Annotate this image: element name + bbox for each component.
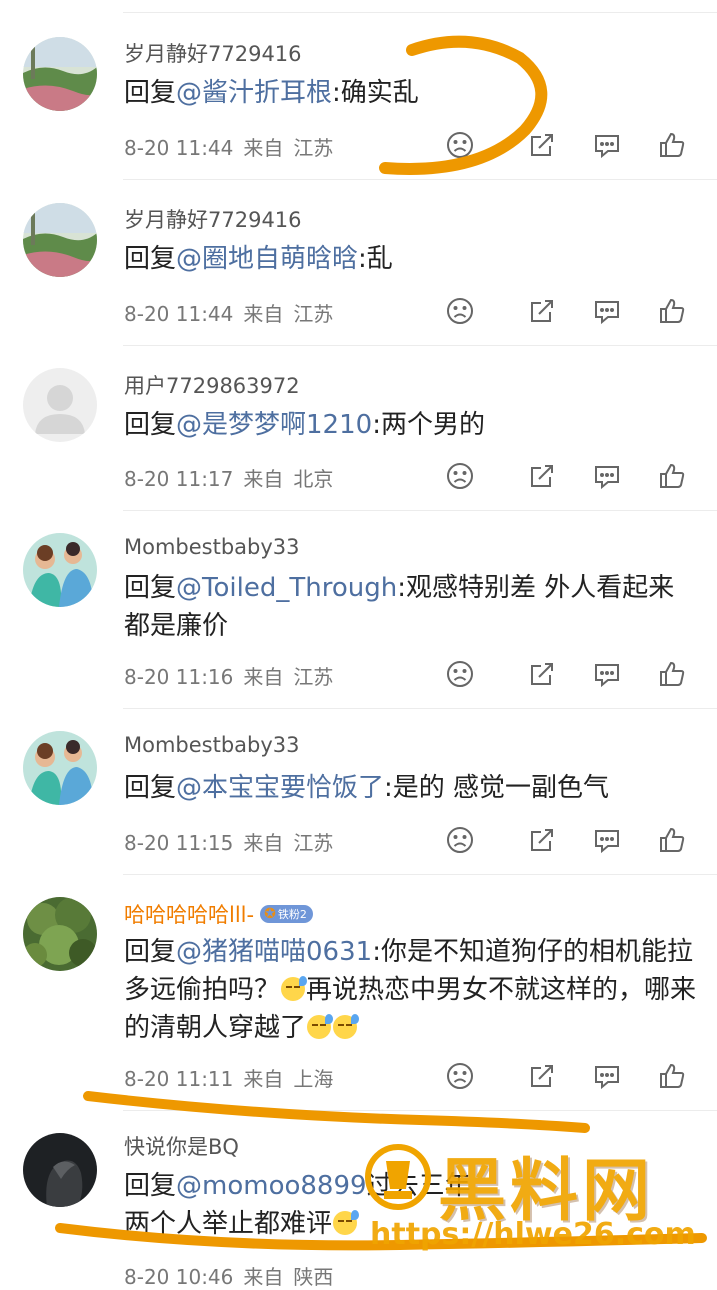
comment-text: 回复@猪猪喵喵0631:你是不知道狗仔的相机能拉多远偷拍吗？ 再说热恋中男女不就这… <box>124 937 697 1043</box>
comment-icon[interactable] <box>591 460 623 492</box>
action-bar <box>440 129 690 161</box>
location: 上海 <box>293 1067 334 1091</box>
location: 陕西 <box>293 1265 334 1289</box>
mention-link[interactable]: @Toiled_Through <box>176 573 397 603</box>
action-bar <box>440 295 690 327</box>
timestamp: 8-20 10:46 <box>124 1265 234 1289</box>
sad-face-icon[interactable] <box>444 658 476 690</box>
avatar[interactable] <box>23 203 97 277</box>
comment-icon[interactable] <box>591 658 623 690</box>
sweat-emoji-icon <box>333 1210 360 1235</box>
comment-icon[interactable] <box>591 1060 623 1092</box>
sad-face-icon[interactable] <box>444 824 476 856</box>
location: 江苏 <box>293 136 334 160</box>
avatar[interactable] <box>23 731 97 805</box>
sad-face-icon[interactable] <box>444 1060 476 1092</box>
comment-item: Mombestbaby33 回复@Toiled_Through:观感特别差 外人… <box>0 511 717 709</box>
comment-item: 岁月静好7729416 回复@圈地自萌晗晗:乱 8-20 11:44 来自 江苏 <box>0 180 717 346</box>
timestamp: 8-20 11:44 <box>124 136 234 160</box>
action-bar <box>440 1060 690 1092</box>
timestamp: 8-20 11:15 <box>124 831 234 855</box>
action-bar <box>440 460 690 492</box>
comment-item: 用户7729863972 回复@是梦梦啊1210:两个男的 8-20 11:17… <box>0 346 717 511</box>
sad-face-icon[interactable] <box>444 295 476 327</box>
comment-text: 回复@是梦梦啊1210:两个男的 <box>124 410 485 440</box>
username[interactable]: Mombestbaby33 <box>124 535 300 559</box>
comment-item: 岁月静好7729416 回复@酱汁折耳根:确实乱 8-20 11:44 来自 江苏 <box>0 0 717 180</box>
avatar[interactable] <box>23 897 97 971</box>
action-bar <box>440 824 690 856</box>
share-icon[interactable] <box>526 1060 558 1092</box>
mention-link[interactable]: @圈地自萌晗晗 <box>176 244 358 274</box>
watermark-url: https://hlwe26.com <box>370 1217 696 1252</box>
comment-text: 回复@圈地自萌晗晗:乱 <box>124 244 393 274</box>
like-icon[interactable] <box>656 658 688 690</box>
comment-icon[interactable] <box>591 824 623 856</box>
comment-meta: 8-20 11:16 来自 江苏 <box>124 665 334 689</box>
watermark: 黑料网 https://hlwe26.com <box>362 1135 712 1265</box>
action-bar <box>440 658 690 690</box>
comment-meta: 8-20 11:17 来自 北京 <box>124 467 334 491</box>
like-icon[interactable] <box>656 1060 688 1092</box>
sweat-emoji-icon <box>281 976 308 1001</box>
location: 北京 <box>293 467 334 491</box>
timestamp: 8-20 11:11 <box>124 1067 234 1091</box>
comment-text: 回复@酱汁折耳根:确实乱 <box>124 78 419 108</box>
sad-face-icon[interactable] <box>444 460 476 492</box>
share-icon[interactable] <box>526 658 558 690</box>
like-icon[interactable] <box>656 824 688 856</box>
share-icon[interactable] <box>526 295 558 327</box>
like-icon[interactable] <box>656 129 688 161</box>
comment-meta: 8-20 10:46 来自 陕西 <box>124 1265 334 1289</box>
username[interactable]: 用户7729863972 <box>124 370 300 400</box>
avatar[interactable] <box>23 368 97 442</box>
comment-item: Mombestbaby33 回复@本宝宝要恰饭了:是的 感觉一副色气 8-20 … <box>0 709 717 875</box>
sweat-emoji-icon <box>333 1014 360 1039</box>
mention-link[interactable]: @momoo8899 <box>176 1171 367 1201</box>
comment-text: 回复@本宝宝要恰饭了:是的 感觉一副色气 <box>124 773 610 803</box>
comment-meta: 8-20 11:11 来自 上海 <box>124 1067 334 1091</box>
timestamp: 8-20 11:44 <box>124 302 234 326</box>
comment-text: 回复@Toiled_Through:观感特别差 外人看起来 都是廉价 <box>124 573 675 641</box>
timestamp: 8-20 11:17 <box>124 467 234 491</box>
like-icon[interactable] <box>656 460 688 492</box>
sad-face-icon[interactable] <box>444 129 476 161</box>
avatar[interactable] <box>23 37 97 111</box>
share-icon[interactable] <box>526 129 558 161</box>
comment-meta: 8-20 11:44 来自 江苏 <box>124 136 334 160</box>
username[interactable]: 岁月静好7729416 <box>124 204 302 234</box>
comment-icon[interactable] <box>591 295 623 327</box>
comment-meta: 8-20 11:15 来自 江苏 <box>124 831 334 855</box>
username[interactable]: 快说你是BQ <box>124 1131 239 1161</box>
tiger-icon: ✪ <box>264 906 276 922</box>
share-icon[interactable] <box>526 824 558 856</box>
share-icon[interactable] <box>526 460 558 492</box>
avatar[interactable] <box>23 533 97 607</box>
username[interactable]: 岁月静好7729416 <box>124 38 302 68</box>
like-icon[interactable] <box>656 295 688 327</box>
comment-meta: 8-20 11:44 来自 江苏 <box>124 302 334 326</box>
location: 江苏 <box>293 665 334 689</box>
mention-link[interactable]: @酱汁折耳根 <box>176 78 332 108</box>
username[interactable]: 哈哈哈哈哈lll- ✪ 铁粉2 <box>124 899 313 929</box>
mention-link[interactable]: @本宝宝要恰饭了 <box>176 773 384 803</box>
watermark-logo-icon <box>365 1144 431 1210</box>
location: 江苏 <box>293 831 334 855</box>
location: 江苏 <box>293 302 334 326</box>
mention-link[interactable]: @是梦梦啊1210 <box>176 410 372 440</box>
fan-badge: ✪ 铁粉2 <box>260 905 313 923</box>
timestamp: 8-20 11:16 <box>124 665 234 689</box>
mention-link[interactable]: @猪猪喵喵0631 <box>176 937 372 967</box>
comment-item: 哈哈哈哈哈lll- ✪ 铁粉2 回复@猪猪喵喵0631:你是不知道狗仔的相机能拉多远… <box>0 875 717 1111</box>
username[interactable]: Mombestbaby33 <box>124 733 300 757</box>
sweat-emoji-icon <box>307 1014 334 1039</box>
avatar[interactable] <box>23 1133 97 1207</box>
comment-icon[interactable] <box>591 129 623 161</box>
